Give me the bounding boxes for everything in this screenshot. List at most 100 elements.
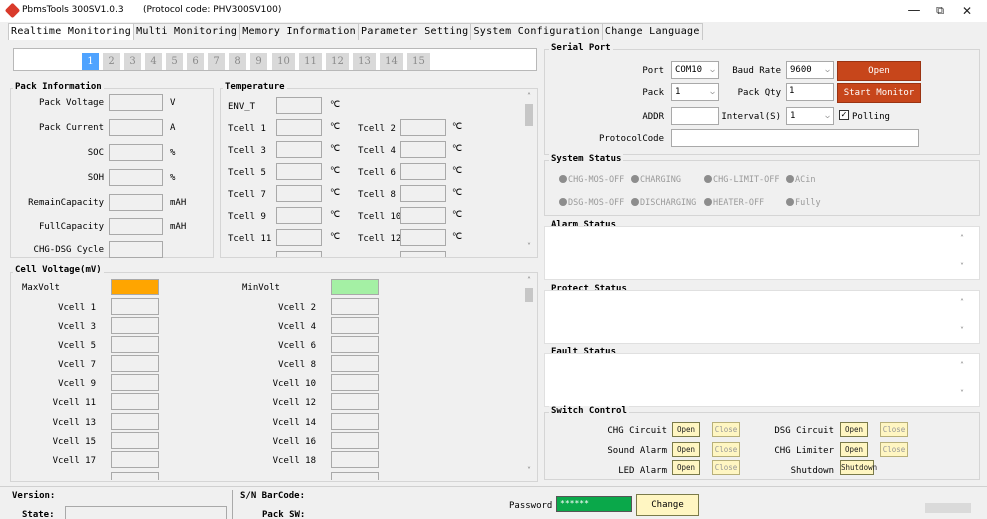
- tcell-9-field[interactable]: [276, 207, 322, 224]
- page-button[interactable]: 5: [166, 53, 183, 70]
- page-button[interactable]: 10: [272, 53, 295, 70]
- vcell-16-field[interactable]: [331, 432, 379, 449]
- tab-parameter-setting[interactable]: Parameter Setting: [358, 23, 472, 40]
- chg-limiter-open-button[interactable]: Open: [840, 442, 868, 457]
- vcell-8-field[interactable]: [331, 355, 379, 372]
- chg-circuit-close-button[interactable]: Close: [712, 422, 740, 437]
- vcell-11-field[interactable]: [111, 393, 159, 410]
- pack-current-field[interactable]: [109, 119, 163, 136]
- page-button[interactable]: 13: [353, 53, 376, 70]
- maximize-button[interactable]: ⧉: [925, 2, 955, 20]
- pack-select[interactable]: 1 ⌵: [671, 83, 719, 101]
- page-button[interactable]: 12: [326, 53, 349, 70]
- scroll-up-icon[interactable]: ˄: [956, 298, 968, 310]
- env-temp-field[interactable]: [276, 97, 322, 114]
- alarm-scrollbar[interactable]: ˄ ˅: [956, 228, 968, 278]
- scroll-down-icon[interactable]: ˅: [956, 326, 968, 338]
- page-button[interactable]: 2: [103, 53, 120, 70]
- page-button[interactable]: 11: [299, 53, 322, 70]
- led-alarm-close-button[interactable]: Close: [712, 460, 740, 475]
- vcell-5-field[interactable]: [111, 336, 159, 353]
- max-volt-field[interactable]: [111, 279, 159, 295]
- port-select[interactable]: COM10 ⌵: [671, 61, 719, 79]
- open-port-button[interactable]: Open: [837, 61, 921, 81]
- scroll-down-icon[interactable]: ˅: [523, 466, 535, 478]
- scroll-down-icon[interactable]: ˅: [956, 389, 968, 401]
- scroll-up-icon[interactable]: ˄: [523, 92, 535, 104]
- sound-alarm-close-button[interactable]: Close: [712, 442, 740, 457]
- tab-system-configuration[interactable]: System Configuration: [470, 23, 603, 40]
- remain-capacity-field[interactable]: [109, 194, 163, 211]
- soc-field[interactable]: [109, 144, 163, 161]
- page-button[interactable]: 7: [208, 53, 225, 70]
- vcell-13-field[interactable]: [111, 413, 159, 430]
- page-button[interactable]: 14: [380, 53, 403, 70]
- tab-change-language[interactable]: Change Language: [601, 23, 703, 40]
- scroll-up-icon[interactable]: ˄: [956, 234, 968, 246]
- password-input[interactable]: ******: [556, 496, 632, 512]
- tab-memory-information[interactable]: Memory Information: [239, 23, 360, 40]
- tcell-2-field[interactable]: [400, 119, 446, 136]
- change-password-button[interactable]: Change: [636, 494, 699, 516]
- tcell-10-field[interactable]: [400, 207, 446, 224]
- close-button[interactable]: ✕: [952, 2, 982, 20]
- shutdown-button[interactable]: Shutdown: [840, 460, 877, 475]
- protect-scrollbar[interactable]: ˄ ˅: [956, 292, 968, 342]
- vcell-14-field[interactable]: [331, 413, 379, 430]
- scroll-thumb[interactable]: [525, 104, 533, 126]
- scroll-thumb[interactable]: [525, 288, 533, 302]
- dsg-circuit-open-button[interactable]: Open: [840, 422, 868, 437]
- vcell-17-field[interactable]: [111, 451, 159, 468]
- vcell-10-field[interactable]: [331, 374, 379, 391]
- chg-circuit-open-button[interactable]: Open: [672, 422, 700, 437]
- scroll-up-icon[interactable]: ˄: [523, 276, 535, 288]
- polling-checkbox[interactable]: ✓: [839, 110, 849, 120]
- chg-limiter-close-button[interactable]: Close: [880, 442, 908, 457]
- tcell-3-field[interactable]: [276, 141, 322, 158]
- vcell-1-field[interactable]: [111, 298, 159, 315]
- baud-rate-select[interactable]: 9600 ⌵: [786, 61, 834, 79]
- tcell-1-field[interactable]: [276, 119, 322, 136]
- tcell-14-field[interactable]: [400, 251, 446, 257]
- tcell-12-field[interactable]: [400, 229, 446, 246]
- pack-voltage-field[interactable]: [109, 94, 163, 111]
- scroll-down-icon[interactable]: ˅: [956, 262, 968, 274]
- vcell-19-field[interactable]: [111, 472, 159, 480]
- min-volt-field[interactable]: [331, 279, 379, 295]
- tcell-5-field[interactable]: [276, 163, 322, 180]
- page-button[interactable]: 9: [250, 53, 267, 70]
- tab-realtime-monitoring[interactable]: Realtime Monitoring: [8, 23, 135, 40]
- vcell-3-field[interactable]: [111, 317, 159, 334]
- page-button[interactable]: 6: [187, 53, 204, 70]
- vcell-6-field[interactable]: [331, 336, 379, 353]
- vcell-12-field[interactable]: [331, 393, 379, 410]
- start-monitor-button[interactable]: Start Monitor: [837, 83, 921, 103]
- sound-alarm-open-button[interactable]: Open: [672, 442, 700, 457]
- page-button[interactable]: 1: [82, 53, 99, 70]
- tcell-4-field[interactable]: [400, 141, 446, 158]
- page-button[interactable]: 4: [145, 53, 162, 70]
- tcell-13-field[interactable]: [276, 251, 322, 257]
- scroll-down-icon[interactable]: ˅: [523, 242, 535, 254]
- addr-input[interactable]: [671, 107, 719, 125]
- tab-multi-monitoring[interactable]: Multi Monitoring: [133, 23, 241, 40]
- dsg-circuit-close-button[interactable]: Close: [880, 422, 908, 437]
- vcell-18-field[interactable]: [331, 451, 379, 468]
- tcell-6-field[interactable]: [400, 163, 446, 180]
- vcell-7-field[interactable]: [111, 355, 159, 372]
- vcell-9-field[interactable]: [111, 374, 159, 391]
- interval-select[interactable]: 1 ⌵: [786, 107, 834, 125]
- fault-scrollbar[interactable]: ˄ ˅: [956, 355, 968, 405]
- tcell-11-field[interactable]: [276, 229, 322, 246]
- full-capacity-field[interactable]: [109, 218, 163, 235]
- vcell-2-field[interactable]: [331, 298, 379, 315]
- tcell-7-field[interactable]: [276, 185, 322, 202]
- vcell-20-field[interactable]: [331, 472, 379, 480]
- page-button[interactable]: 15: [407, 53, 430, 70]
- cell-voltage-scrollbar[interactable]: ˄ ˅: [523, 276, 535, 480]
- page-button[interactable]: 3: [124, 53, 141, 70]
- vcell-4-field[interactable]: [331, 317, 379, 334]
- protocol-code-input[interactable]: [671, 129, 919, 147]
- pack-qty-input[interactable]: 1: [786, 83, 834, 101]
- cycle-count-field[interactable]: [109, 241, 163, 258]
